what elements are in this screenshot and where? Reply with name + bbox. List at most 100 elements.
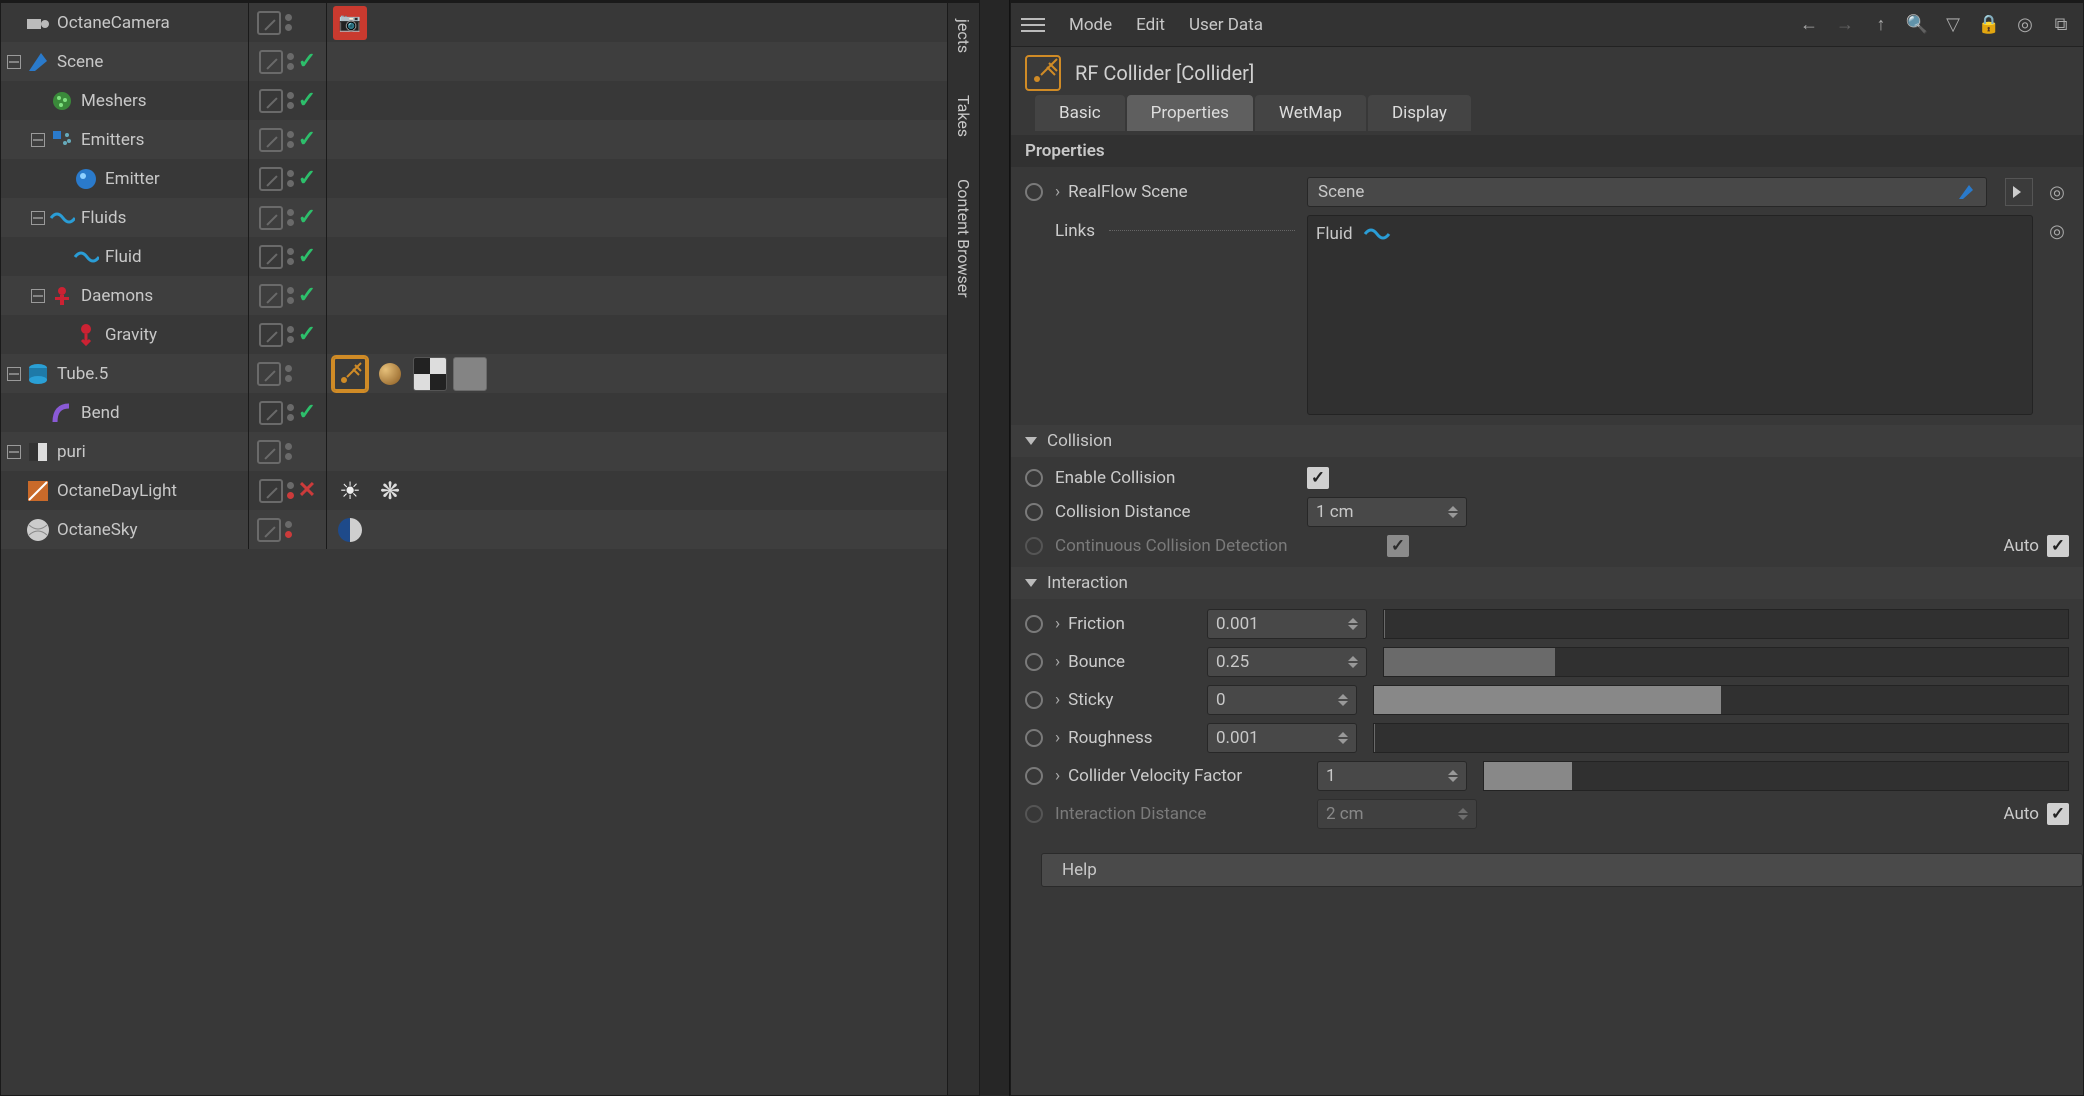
enable-check-icon[interactable]: ✓	[298, 88, 316, 113]
layer-toggle[interactable]	[259, 50, 283, 74]
enable-check-icon[interactable]: ✓	[298, 400, 316, 425]
object-row[interactable]: OctaneSky	[1, 510, 979, 549]
enable-check-icon[interactable]: ✓	[298, 322, 316, 347]
object-label[interactable]: Emitter	[105, 169, 160, 189]
object-row[interactable]: Meshers ✓	[1, 81, 979, 120]
enable-check-icon[interactable]: ✓	[298, 49, 316, 74]
object-row[interactable]: Daemons ✓	[1, 276, 979, 315]
layer-toggle[interactable]	[259, 128, 283, 152]
nav-up-icon[interactable]: ↑	[1869, 13, 1893, 37]
links-target-icon[interactable]: ◎	[2045, 219, 2069, 243]
target-icon[interactable]: ◎	[2013, 13, 2037, 37]
enable-x-icon[interactable]: ✕	[298, 478, 316, 503]
visibility-dots[interactable]	[287, 131, 294, 148]
gear-tag-icon[interactable]: ❋	[373, 474, 407, 508]
anim-dot-cvf[interactable]	[1025, 767, 1043, 785]
tab-objects[interactable]: jects	[954, 13, 973, 59]
sun-tag-icon[interactable]: ☀	[333, 474, 367, 508]
visibility-dots[interactable]	[285, 365, 292, 382]
tree-expander[interactable]	[7, 55, 21, 69]
visibility-dots[interactable]	[287, 482, 294, 499]
search-icon[interactable]: 🔍	[1905, 13, 1929, 37]
object-row[interactable]: Fluids✓	[1, 198, 979, 237]
nav-back-icon[interactable]: ←	[1797, 13, 1821, 37]
camera-tag-icon[interactable]: 📷	[333, 6, 367, 40]
layer-toggle[interactable]	[259, 284, 283, 308]
visibility-dots[interactable]	[287, 287, 294, 304]
lock-icon[interactable]: 🔒	[1977, 13, 2001, 37]
object-label[interactable]: Daemons	[81, 286, 153, 306]
anim-dot-enable-collision[interactable]	[1025, 469, 1043, 487]
enable-check-icon[interactable]: ✓	[298, 244, 316, 269]
object-label[interactable]: Meshers	[81, 91, 147, 111]
layer-toggle[interactable]	[259, 167, 283, 191]
object-label[interactable]: Scene	[57, 52, 103, 72]
slider-sticky[interactable]	[1373, 685, 2069, 715]
object-label[interactable]: Emitters	[81, 130, 144, 150]
material-ball-tag-icon[interactable]	[373, 357, 407, 391]
visibility-dots[interactable]	[287, 326, 294, 343]
slider-roughness[interactable]	[1373, 723, 2069, 753]
texture-tag-icon[interactable]	[413, 357, 447, 391]
links-well[interactable]: Fluid	[1307, 215, 2033, 415]
object-row[interactable]: Emitters ✓	[1, 120, 979, 159]
nav-fwd-icon[interactable]: →	[1833, 13, 1857, 37]
menu-user-data[interactable]: User Data	[1189, 15, 1263, 35]
anim-dot-collision-distance[interactable]	[1025, 503, 1043, 521]
field-friction[interactable]: 0.001	[1207, 609, 1367, 639]
links-item-fluid[interactable]: Fluid	[1316, 224, 1353, 244]
object-row[interactable]: OctaneDayLight ✕ ☀❋	[1, 471, 979, 510]
layer-toggle[interactable]	[257, 440, 281, 464]
layer-toggle[interactable]	[257, 11, 281, 35]
enable-check-icon[interactable]: ✓	[298, 205, 316, 230]
object-row[interactable]: Gravity ✓	[1, 315, 979, 354]
layer-toggle[interactable]	[259, 323, 283, 347]
visibility-dots[interactable]	[287, 92, 294, 109]
object-label[interactable]: Fluid	[105, 247, 142, 267]
slider-cvf[interactable]	[1483, 761, 2069, 791]
object-row[interactable]: Emitter ✓	[1, 159, 979, 198]
new-window-icon[interactable]: ⧉	[2049, 13, 2073, 37]
visibility-dots[interactable]	[285, 443, 292, 460]
object-label[interactable]: Tube.5	[57, 364, 108, 384]
pane-gutter[interactable]	[980, 0, 1010, 1096]
field-roughness[interactable]: 0.001	[1207, 723, 1357, 753]
visibility-dots[interactable]	[287, 53, 294, 70]
enable-check-icon[interactable]: ✓	[298, 127, 316, 152]
layer-toggle[interactable]	[259, 206, 283, 230]
tab-content-browser[interactable]: Content Browser	[954, 173, 973, 304]
object-row[interactable]: Fluid ✓	[1, 237, 979, 276]
field-realflow-scene[interactable]: Scene	[1307, 177, 1987, 207]
object-row[interactable]: OctaneCamera📷	[1, 3, 979, 42]
realflow-scene-target-icon[interactable]: ◎	[2045, 180, 2069, 204]
tree-expander[interactable]	[31, 211, 45, 225]
filter-icon[interactable]: ▽	[1941, 13, 1965, 37]
expand-realflow-scene-icon[interactable]: ›	[1055, 182, 1060, 202]
checkbox-idist-auto[interactable]: ✓	[2047, 803, 2069, 825]
enable-check-icon[interactable]: ✓	[298, 283, 316, 308]
checkbox-ccd-auto[interactable]: ✓	[2047, 535, 2069, 557]
tab-basic[interactable]: Basic	[1035, 95, 1125, 131]
anim-dot-bounce[interactable]	[1025, 653, 1043, 671]
slider-bounce[interactable]	[1383, 647, 2069, 677]
tab-properties[interactable]: Properties	[1127, 95, 1253, 131]
anim-dot-realflow-scene[interactable]	[1025, 183, 1043, 201]
burger-menu-icon[interactable]	[1021, 18, 1045, 32]
sky-tag-icon[interactable]	[333, 513, 367, 547]
object-label[interactable]: OctaneSky	[57, 520, 138, 540]
anim-dot-sticky[interactable]	[1025, 691, 1043, 709]
enable-check-icon[interactable]: ✓	[298, 166, 316, 191]
menu-edit[interactable]: Edit	[1136, 15, 1165, 35]
object-label[interactable]: OctaneDayLight	[57, 481, 177, 501]
group-collision[interactable]: Collision	[1011, 425, 2083, 457]
object-label[interactable]: Gravity	[105, 325, 157, 345]
tree-expander[interactable]	[31, 289, 45, 303]
visibility-dots[interactable]	[287, 404, 294, 421]
object-row[interactable]: Scene ✓	[1, 42, 979, 81]
layer-toggle[interactable]	[259, 245, 283, 269]
checkbox-enable-collision[interactable]: ✓	[1307, 467, 1329, 489]
object-row[interactable]: puri	[1, 432, 979, 471]
field-sticky[interactable]: 0	[1207, 685, 1357, 715]
visibility-dots[interactable]	[287, 209, 294, 226]
layer-toggle[interactable]	[259, 401, 283, 425]
